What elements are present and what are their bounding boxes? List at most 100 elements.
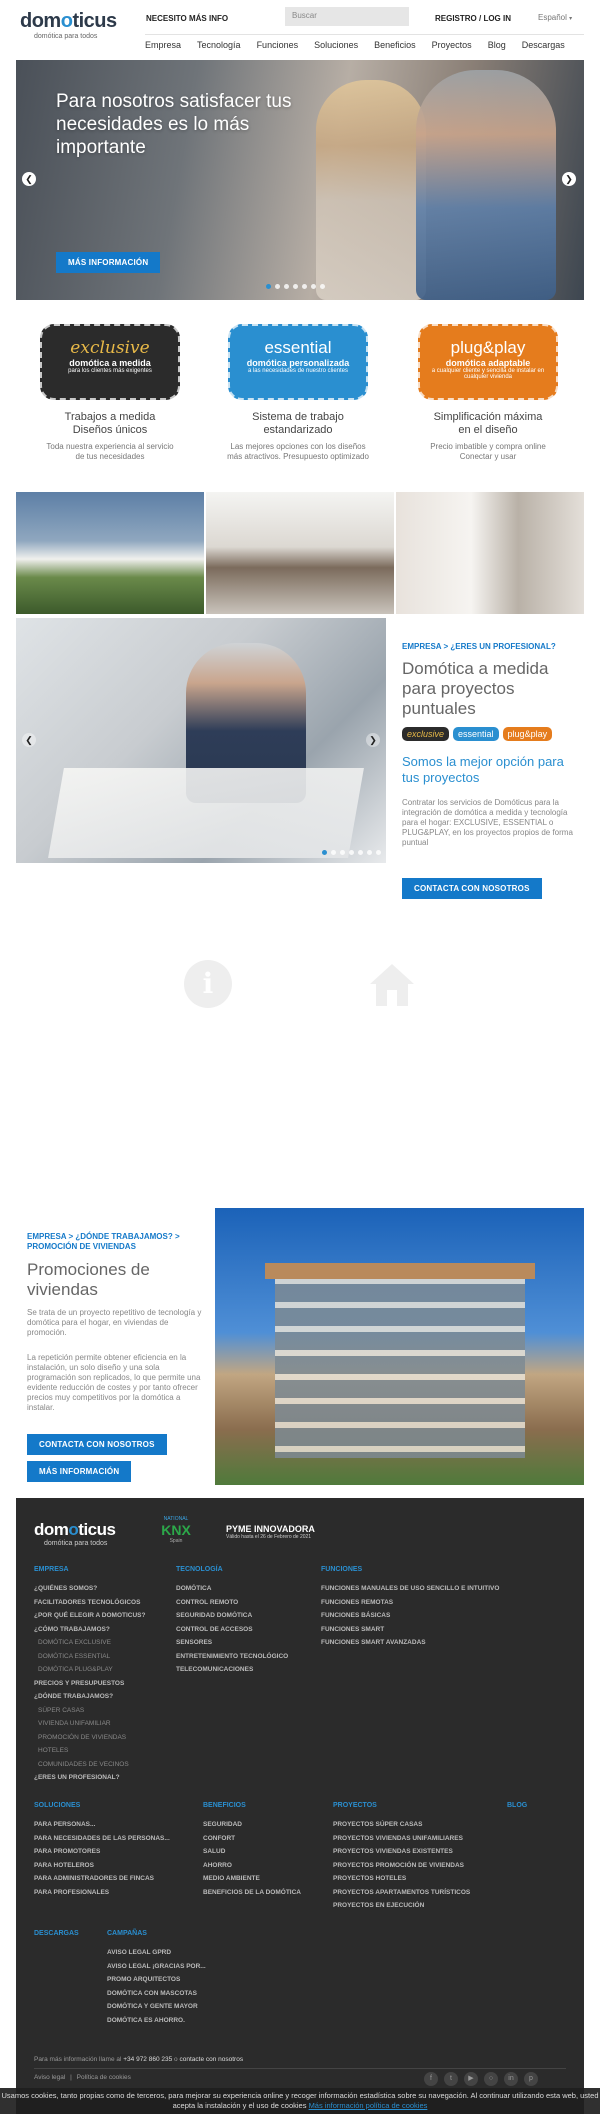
footer-link[interactable]: HOTELES — [34, 1744, 145, 1758]
footer-link[interactable]: SEGURIDAD — [203, 1818, 301, 1832]
pinterest-icon[interactable]: p — [524, 2072, 538, 2086]
hero-dot[interactable] — [266, 284, 271, 289]
footer-campanas-head[interactable]: CAMPAÑAS — [107, 1930, 147, 1937]
footer-link[interactable]: PROYECTOS APARTAMENTOS TURÍSTICOS — [333, 1886, 470, 1900]
nav-item-tecnología[interactable]: Tecnología — [197, 40, 241, 50]
footer-soluciones-head[interactable]: SOLUCIONES — [34, 1802, 80, 1809]
pro-dot[interactable] — [331, 850, 336, 855]
nav-item-funciones[interactable]: Funciones — [257, 40, 299, 50]
footer-link[interactable]: SENSORES — [176, 1636, 288, 1650]
promo-breadcrumb[interactable]: EMPRESA > ¿DÓNDE TRABAJAMOS? > PROMOCIÓN… — [27, 1232, 207, 1252]
hero-dot[interactable] — [275, 284, 280, 289]
footer-tecnologia-head[interactable]: TECNOLOGÍA — [176, 1566, 223, 1573]
chevron-left-icon[interactable]: ❮ — [22, 172, 36, 186]
contact-link[interactable]: contacte con nosotros — [179, 2056, 243, 2063]
footer-empresa-head[interactable]: EMPRESA — [34, 1566, 69, 1573]
plan-badge-exclusive[interactable]: exclusive domótica a medida para los clien… — [40, 324, 180, 400]
footer-link[interactable]: DOMÓTICA — [176, 1582, 288, 1596]
footer-link[interactable]: PROYECTOS HOTELES — [333, 1872, 470, 1886]
footer-blog-head[interactable]: BLOG — [507, 1802, 527, 1809]
footer-link[interactable]: FACILITADORES TECNOLÓGICOS — [34, 1596, 145, 1610]
footer-link[interactable]: PROYECTOS SÚPER CASAS — [333, 1818, 470, 1832]
footer-link[interactable]: DOMÓTICA PLUG&PLAY — [34, 1663, 145, 1677]
pro-contact-button[interactable]: CONTACTA CON NOSOTROS — [402, 878, 542, 899]
plan-badge-plugplay[interactable]: plug&play domótica adaptable a cualquier c… — [418, 324, 558, 400]
info-icon[interactable]: i — [184, 960, 232, 1008]
footer-link[interactable]: FUNCIONES MANUALES DE USO SENCILLO E INT… — [321, 1582, 499, 1596]
footer-link[interactable]: MEDIO AMBIENTE — [203, 1872, 301, 1886]
promo-contact-button[interactable]: CONTACTA CON NOSOTROS — [27, 1434, 167, 1455]
youtube-icon[interactable]: ▶ — [464, 2072, 478, 2086]
chevron-right-icon[interactable]: ❯ — [366, 733, 380, 747]
pro-dot[interactable] — [340, 850, 345, 855]
footer-link[interactable]: ¿CÓMO TRABAJAMOS? — [34, 1623, 145, 1637]
footer-link[interactable]: PRECIOS Y PRESUPUESTOS — [34, 1677, 145, 1691]
footer-link[interactable]: ¿DÓNDE TRABAJAMOS? — [34, 1690, 145, 1704]
pill-exclusive[interactable]: exclusive — [402, 727, 450, 741]
footer-link[interactable]: SEGURIDAD DOMÓTICA — [176, 1609, 288, 1623]
login-link[interactable]: REGISTRO / LOG IN — [435, 14, 511, 23]
hero-dot[interactable] — [320, 284, 325, 289]
footer-link[interactable]: ¿POR QUÉ ELEGIR A DOMOTICUS? — [34, 1609, 145, 1623]
footer-link[interactable]: SALUD — [203, 1845, 301, 1859]
footer-link[interactable]: DOMÓTICA ESSENTIAL — [34, 1650, 145, 1664]
footer-link[interactable]: PARA ADMINISTRADORES DE FINCAS — [34, 1872, 170, 1886]
nav-item-descargas[interactable]: Descargas — [522, 40, 565, 50]
footer-link[interactable]: PARA PROFESIONALES — [34, 1886, 170, 1900]
footer-link[interactable]: DOMÓTICA EXCLUSIVE — [34, 1636, 145, 1650]
pill-plugplay[interactable]: plug&play — [502, 727, 553, 741]
nav-item-proyectos[interactable]: Proyectos — [432, 40, 472, 50]
twitter-icon[interactable]: t — [444, 2072, 458, 2086]
pro-dot[interactable] — [358, 850, 363, 855]
footer-link[interactable]: FUNCIONES REMOTAS — [321, 1596, 499, 1610]
footer-link[interactable]: PROYECTOS VIVIENDAS UNIFAMILIARES — [333, 1832, 470, 1846]
nav-item-blog[interactable]: Blog — [488, 40, 506, 50]
more-info-link[interactable]: NECESITO MÁS INFO — [146, 14, 228, 23]
footer-beneficios-head[interactable]: BENEFICIOS — [203, 1802, 246, 1809]
cookie-policy-link[interactable]: Más información política de cookies — [309, 2101, 428, 2110]
footer-proyectos-head[interactable]: PROYECTOS — [333, 1802, 377, 1809]
footer-link[interactable]: FUNCIONES SMART AVANZADAS — [321, 1636, 499, 1650]
footer-link[interactable]: TELECOMUNICACIONES — [176, 1663, 288, 1677]
footer-link[interactable]: PARA PROMOTORES — [34, 1845, 170, 1859]
pill-essential[interactable]: essential — [453, 727, 499, 741]
language-select[interactable]: Español ▾ — [538, 13, 572, 22]
nav-item-beneficios[interactable]: Beneficios — [374, 40, 416, 50]
footer-link[interactable]: PARA NECESIDADES DE LAS PERSONAS... — [34, 1832, 170, 1846]
hero-dot[interactable] — [311, 284, 316, 289]
footer-link[interactable]: AVISO LEGAL GPRD — [107, 1946, 206, 1960]
footer-link[interactable]: VIVIENDA UNIFAMILIAR — [34, 1717, 145, 1731]
footer-descargas-head[interactable]: DESCARGAS — [34, 1930, 79, 1937]
phone-link[interactable]: +34 972 860 235 — [123, 2056, 172, 2063]
facebook-icon[interactable]: f — [424, 2072, 438, 2086]
footer-link[interactable]: PROMO ARQUITECTOS — [107, 1973, 206, 1987]
hero-dot[interactable] — [284, 284, 289, 289]
footer-link[interactable]: CONFORT — [203, 1832, 301, 1846]
promo-more-info-button[interactable]: MÁS INFORMACIÓN — [27, 1461, 132, 1482]
footer-link[interactable]: COMUNIDADES DE VECINOS — [34, 1758, 145, 1772]
hero-more-info-button[interactable]: MÁS INFORMACIÓN — [56, 252, 161, 273]
footer-link[interactable]: SÚPER CASAS — [34, 1704, 145, 1718]
chevron-left-icon[interactable]: ❮ — [22, 733, 36, 747]
plan-badge-essential[interactable]: essential domótica personalizada a las nec… — [228, 324, 368, 400]
footer-link[interactable]: ¿QUIÉNES SOMOS? — [34, 1582, 145, 1596]
pro-dot[interactable] — [376, 850, 381, 855]
footer-link[interactable]: PARA HOTELEROS — [34, 1859, 170, 1873]
logo[interactable]: domoticus domótica para todos — [20, 10, 117, 40]
footer-link[interactable]: AVISO LEGAL ¡GRACIAS POR... — [107, 1960, 206, 1974]
footer-link[interactable]: ENTRETENIMIENTO TECNOLÓGICO — [176, 1650, 288, 1664]
footer-link[interactable]: DOMÓTICA Y GENTE MAYOR — [107, 2000, 206, 2014]
footer-link[interactable]: CONTROL REMOTO — [176, 1596, 288, 1610]
footer-link[interactable]: PROYECTOS PROMOCIÓN DE VIVIENDAS — [333, 1859, 470, 1873]
chevron-right-icon[interactable]: ❯ — [562, 172, 576, 186]
footer-link[interactable]: PARA PERSONAS... — [34, 1818, 170, 1832]
home-icon[interactable] — [367, 960, 417, 1010]
footer-funciones-head[interactable]: FUNCIONES — [321, 1566, 362, 1573]
pro-breadcrumb[interactable]: EMPRESA > ¿ERES UN PROFESIONAL? — [402, 642, 582, 651]
footer-link[interactable]: FUNCIONES BÁSICAS — [321, 1609, 499, 1623]
pro-dot[interactable] — [367, 850, 372, 855]
footer-link[interactable]: PROYECTOS VIVIENDAS EXISTENTES — [333, 1845, 470, 1859]
footer-logo[interactable]: domoticus domótica para todos — [34, 1520, 116, 1547]
footer-link[interactable]: PROMOCIÓN DE VIVIENDAS — [34, 1731, 145, 1745]
footer-link[interactable]: AHORRO — [203, 1859, 301, 1873]
